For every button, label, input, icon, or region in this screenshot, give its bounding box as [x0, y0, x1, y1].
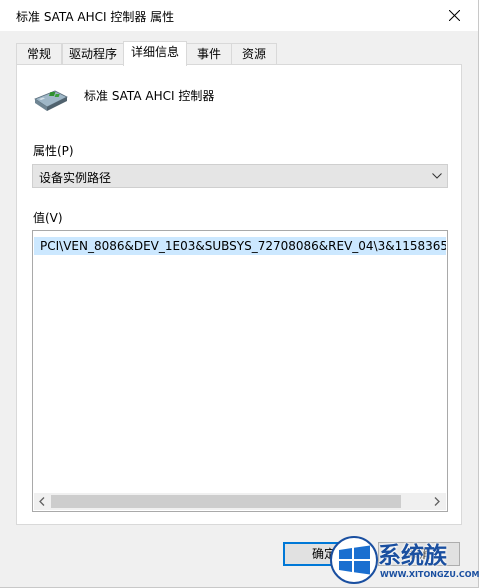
- chevron-left-icon: [39, 497, 45, 506]
- properties-dialog: 标准 SATA AHCI 控制器 属性 常规 驱动程序 详细信息 事件 资源 标…: [0, 0, 479, 588]
- value-label: 值(V): [33, 211, 63, 225]
- property-selected-value: 设备实例路径: [39, 171, 112, 185]
- tab-driver[interactable]: 驱动程序: [62, 43, 124, 64]
- title-bar: 标准 SATA AHCI 控制器 属性: [0, 0, 478, 31]
- watermark-url: WWW.XITONGZU.COM: [380, 570, 479, 579]
- scroll-left-button[interactable]: [34, 493, 51, 510]
- watermark-text: 系统族: [378, 543, 447, 569]
- device-name: 标准 SATA AHCI 控制器: [84, 89, 215, 103]
- windows-logo-icon: [330, 536, 378, 584]
- close-button[interactable]: [432, 0, 478, 31]
- scroll-right-button[interactable]: [429, 493, 446, 510]
- property-select[interactable]: 设备实例路径: [32, 164, 448, 188]
- tab-general[interactable]: 常规: [16, 43, 62, 64]
- tab-details[interactable]: 详细信息: [123, 41, 187, 66]
- watermark: 系统族 WWW.XITONGZU.COM: [330, 534, 479, 588]
- value-listbox[interactable]: PCI\VEN_8086&DEV_1E03&SUBSYS_72708086&RE…: [32, 230, 448, 512]
- close-icon: [449, 10, 460, 21]
- list-item-text: PCI\VEN_8086&DEV_1E03&SUBSYS_72708086&RE…: [40, 239, 446, 253]
- list-item[interactable]: PCI\VEN_8086&DEV_1E03&SUBSYS_72708086&RE…: [34, 237, 446, 255]
- horizontal-scrollbar[interactable]: [34, 493, 446, 510]
- tab-resources[interactable]: 资源: [231, 43, 277, 64]
- window-title: 标准 SATA AHCI 控制器 属性: [16, 10, 175, 24]
- chevron-down-icon: [432, 173, 442, 179]
- property-label: 属性(P): [33, 144, 74, 158]
- scrollbar-thumb[interactable]: [51, 495, 401, 508]
- storage-controller-icon: [34, 90, 68, 111]
- details-panel: 标准 SATA AHCI 控制器 属性(P) 设备实例路径 值(V) PCI\V…: [16, 64, 462, 525]
- tab-events[interactable]: 事件: [186, 43, 232, 64]
- chevron-right-icon: [434, 497, 440, 506]
